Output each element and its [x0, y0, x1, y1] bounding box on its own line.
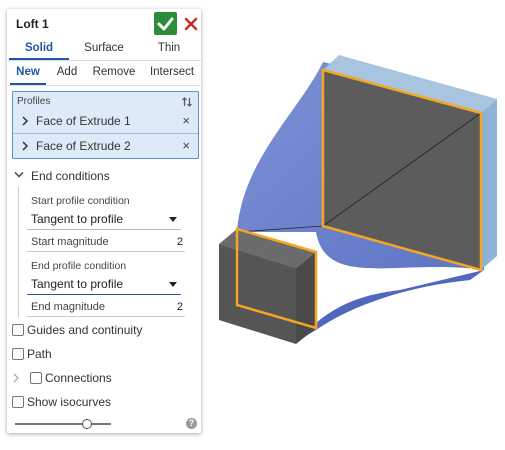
large-box-side-face [481, 99, 497, 270]
small-box-side-face [296, 252, 316, 344]
loft-lower-surface [296, 270, 484, 342]
model-viewport[interactable] [0, 0, 505, 450]
